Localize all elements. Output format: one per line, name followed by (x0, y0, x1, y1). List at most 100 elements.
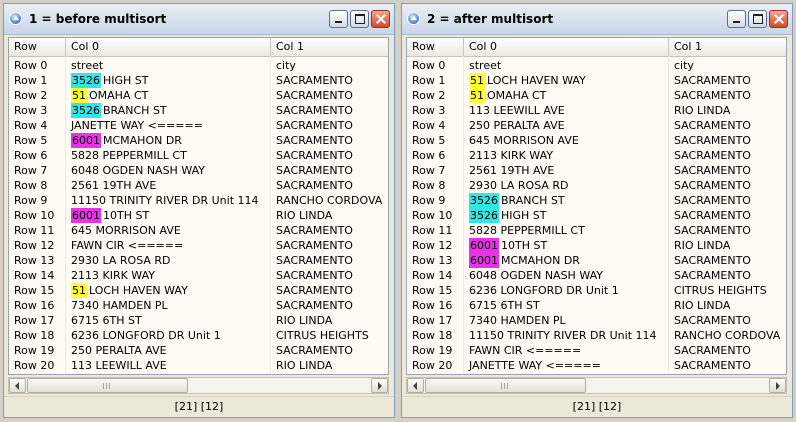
street-cell[interactable]: 7340 HAMDEN PL (66, 298, 269, 313)
city-cell[interactable]: RIO LINDA (271, 358, 388, 373)
street-cell[interactable]: 6715 6TH ST (66, 313, 269, 328)
street-cell[interactable]: 6715 6TH ST (464, 298, 667, 313)
street-cell[interactable]: 3526 HIGH ST (66, 73, 269, 88)
street-cell[interactable]: 6001 10TH ST (464, 238, 667, 253)
table-row[interactable]: Row 18 6236 LONGFORD DR Unit 1 CITRUS HEIG… (9, 328, 388, 343)
street-cell[interactable]: 6236 LONGFORD DR Unit 1 (66, 328, 269, 343)
city-cell[interactable]: SACRAMENTO (271, 253, 388, 268)
street-cell[interactable]: FAWN CIR <===== (66, 238, 269, 253)
city-cell[interactable]: SACRAMENTO (271, 283, 388, 298)
table-row[interactable]: Row 4 250 PERALTA AVE SACRAMENTO (407, 118, 786, 133)
scroll-right-button[interactable] (769, 378, 786, 393)
table-row[interactable]: Row 12 FAWN CIR <===== SACRAMENTO (9, 238, 388, 253)
street-cell[interactable]: 7340 HAMDEN PL (464, 313, 667, 328)
city-cell[interactable]: city (669, 58, 786, 73)
table-row[interactable]: Row 18 11150 TRINITY RIVER DR Unit 114 RAN… (407, 328, 786, 343)
street-cell[interactable]: 11150 TRINITY RIVER DR Unit 114 (464, 328, 667, 343)
table-row[interactable]: Row 5 645 MORRISON AVE SACRAMENTO (407, 133, 786, 148)
city-cell[interactable]: SACRAMENTO (669, 133, 786, 148)
table-row[interactable]: Row 20 JANETTE WAY <===== SACRAMENTO (407, 358, 786, 373)
street-cell[interactable]: 51 OMAHA CT (464, 88, 667, 103)
street-cell[interactable]: 2113 KIRK WAY (464, 148, 667, 163)
city-cell[interactable]: SACRAMENTO (271, 88, 388, 103)
column-header[interactable]: Col 0 (66, 38, 271, 56)
street-cell[interactable]: 2930 LA ROSA RD (464, 178, 667, 193)
table-row[interactable]: Row 0 street city (407, 58, 786, 73)
street-cell[interactable]: street (66, 58, 269, 73)
city-cell[interactable]: SACRAMENTO (669, 163, 786, 178)
street-cell[interactable]: 250 PERALTA AVE (66, 343, 269, 358)
street-cell[interactable]: JANETTE WAY <===== (66, 118, 269, 133)
city-cell[interactable]: RIO LINDA (669, 238, 786, 253)
table-row[interactable]: Row 9 3526 BRANCH ST SACRAMENTO (407, 193, 786, 208)
close-button[interactable] (769, 10, 788, 28)
table-row[interactable]: Row 3 113 LEEWILL AVE RIO LINDA (407, 103, 786, 118)
street-cell[interactable]: street (464, 58, 667, 73)
scroll-left-button[interactable] (407, 378, 424, 393)
city-cell[interactable]: RIO LINDA (271, 313, 388, 328)
column-header[interactable]: Col 0 (464, 38, 669, 56)
street-cell[interactable]: 6048 OGDEN NASH WAY (464, 268, 667, 283)
street-cell[interactable]: 51 LOCH HAVEN WAY (66, 283, 269, 298)
street-cell[interactable]: FAWN CIR <===== (464, 343, 667, 358)
street-cell[interactable]: 5828 PEPPERMILL CT (464, 223, 667, 238)
table-row[interactable]: Row 10 6001 10TH ST RIO LINDA (9, 208, 388, 223)
street-cell[interactable]: 645 MORRISON AVE (464, 133, 667, 148)
city-cell[interactable]: SACRAMENTO (271, 73, 388, 88)
city-cell[interactable]: SACRAMENTO (669, 313, 786, 328)
table-row[interactable]: Row 7 2561 19TH AVE SACRAMENTO (407, 163, 786, 178)
street-cell[interactable]: 113 LEEWILL AVE (66, 358, 269, 373)
table-row[interactable]: Row 11 5828 PEPPERMILL CT SACRAMENTO (407, 223, 786, 238)
table-row[interactable]: Row 20 113 LEEWILL AVE RIO LINDA (9, 358, 388, 373)
column-header[interactable]: Col 1 (669, 38, 786, 56)
city-cell[interactable]: city (271, 58, 388, 73)
city-cell[interactable]: SACRAMENTO (271, 298, 388, 313)
minimize-button[interactable] (727, 10, 746, 28)
scrollbar-thumb[interactable] (425, 378, 586, 393)
table-row[interactable]: Row 12 6001 10TH ST RIO LINDA (407, 238, 786, 253)
table-row[interactable]: Row 3 3526 BRANCH ST SACRAMENTO (9, 103, 388, 118)
street-cell[interactable]: JANETTE WAY <===== (464, 358, 667, 373)
horizontal-scrollbar[interactable] (8, 377, 389, 394)
table-row[interactable]: Row 2 51 OMAHA CT SACRAMENTO (407, 88, 786, 103)
table-row[interactable]: Row 14 2113 KIRK WAY SACRAMENTO (9, 268, 388, 283)
scroll-right-button[interactable] (371, 378, 388, 393)
table-row[interactable]: Row 15 51 LOCH HAVEN WAY SACRAMENTO (9, 283, 388, 298)
street-cell[interactable]: 51 LOCH HAVEN WAY (464, 73, 667, 88)
street-cell[interactable]: 2561 19TH AVE (464, 163, 667, 178)
street-cell[interactable]: 6001 MCMAHON DR (66, 133, 269, 148)
street-cell[interactable]: 51 OMAHA CT (66, 88, 269, 103)
table-row[interactable]: Row 16 7340 HAMDEN PL SACRAMENTO (9, 298, 388, 313)
city-cell[interactable]: SACRAMENTO (271, 133, 388, 148)
table-row[interactable]: Row 7 6048 OGDEN NASH WAY SACRAMENTO (9, 163, 388, 178)
maximize-button[interactable] (748, 10, 767, 28)
table-row[interactable]: Row 17 6715 6TH ST RIO LINDA (9, 313, 388, 328)
column-header[interactable]: Row (9, 38, 66, 56)
city-cell[interactable]: SACRAMENTO (669, 178, 786, 193)
city-cell[interactable]: SACRAMENTO (669, 223, 786, 238)
city-cell[interactable]: SACRAMENTO (669, 253, 786, 268)
city-cell[interactable]: CITRUS HEIGHTS (271, 328, 388, 343)
maximize-button[interactable] (350, 10, 369, 28)
city-cell[interactable]: SACRAMENTO (669, 148, 786, 163)
table-row[interactable]: Row 6 2113 KIRK WAY SACRAMENTO (407, 148, 786, 163)
table-row[interactable]: Row 13 6001 MCMAHON DR SACRAMENTO (407, 253, 786, 268)
street-cell[interactable]: 3526 BRANCH ST (66, 103, 269, 118)
table-row[interactable]: Row 6 5828 PEPPERMILL CT SACRAMENTO (9, 148, 388, 163)
city-cell[interactable]: SACRAMENTO (271, 163, 388, 178)
city-cell[interactable]: SACRAMENTO (271, 268, 388, 283)
minimize-button[interactable] (329, 10, 348, 28)
close-button[interactable] (371, 10, 390, 28)
city-cell[interactable]: RIO LINDA (669, 298, 786, 313)
city-cell[interactable]: SACRAMENTO (271, 238, 388, 253)
street-cell[interactable]: 250 PERALTA AVE (464, 118, 667, 133)
city-cell[interactable]: SACRAMENTO (271, 103, 388, 118)
column-header[interactable]: Row (407, 38, 464, 56)
city-cell[interactable]: SACRAMENTO (669, 73, 786, 88)
street-cell[interactable]: 3526 HIGH ST (464, 208, 667, 223)
title-bar[interactable]: 2 = after multisort (402, 4, 792, 35)
city-cell[interactable]: RIO LINDA (669, 103, 786, 118)
street-cell[interactable]: 6001 MCMAHON DR (464, 253, 667, 268)
city-cell[interactable]: SACRAMENTO (271, 223, 388, 238)
table-row[interactable]: Row 17 7340 HAMDEN PL SACRAMENTO (407, 313, 786, 328)
